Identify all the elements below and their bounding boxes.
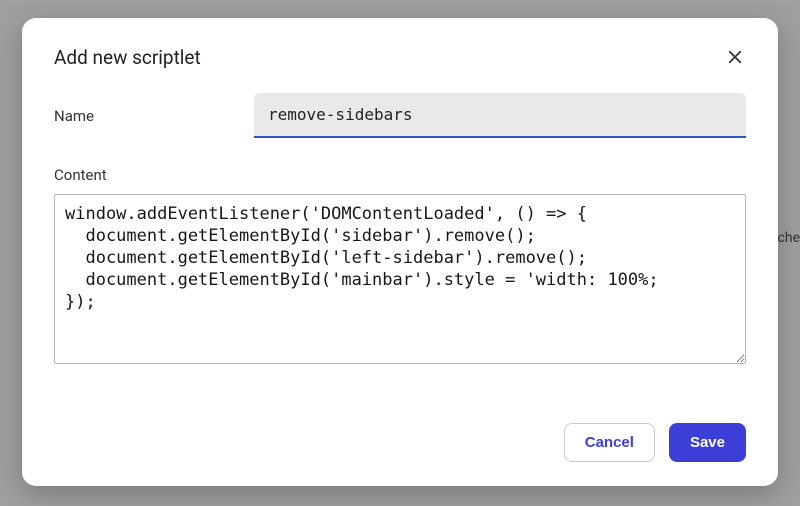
- modal-header: Add new scriptlet: [54, 46, 746, 69]
- content-textarea[interactable]: [54, 194, 746, 364]
- close-button[interactable]: [724, 46, 746, 68]
- modal-button-row: Cancel Save: [54, 405, 746, 462]
- save-button[interactable]: Save: [669, 423, 746, 462]
- close-icon: [726, 48, 744, 66]
- content-field-label: Content: [54, 166, 746, 184]
- cancel-button[interactable]: Cancel: [564, 423, 655, 462]
- modal-title: Add new scriptlet: [54, 46, 201, 69]
- name-field-label: Name: [54, 107, 254, 125]
- background-text-fragment: che: [778, 230, 800, 246]
- name-input[interactable]: [254, 93, 746, 138]
- add-scriptlet-modal: Add new scriptlet Name Content Cancel Sa…: [22, 18, 778, 486]
- name-field-row: Name: [54, 93, 746, 138]
- name-input-wrap: [254, 93, 746, 138]
